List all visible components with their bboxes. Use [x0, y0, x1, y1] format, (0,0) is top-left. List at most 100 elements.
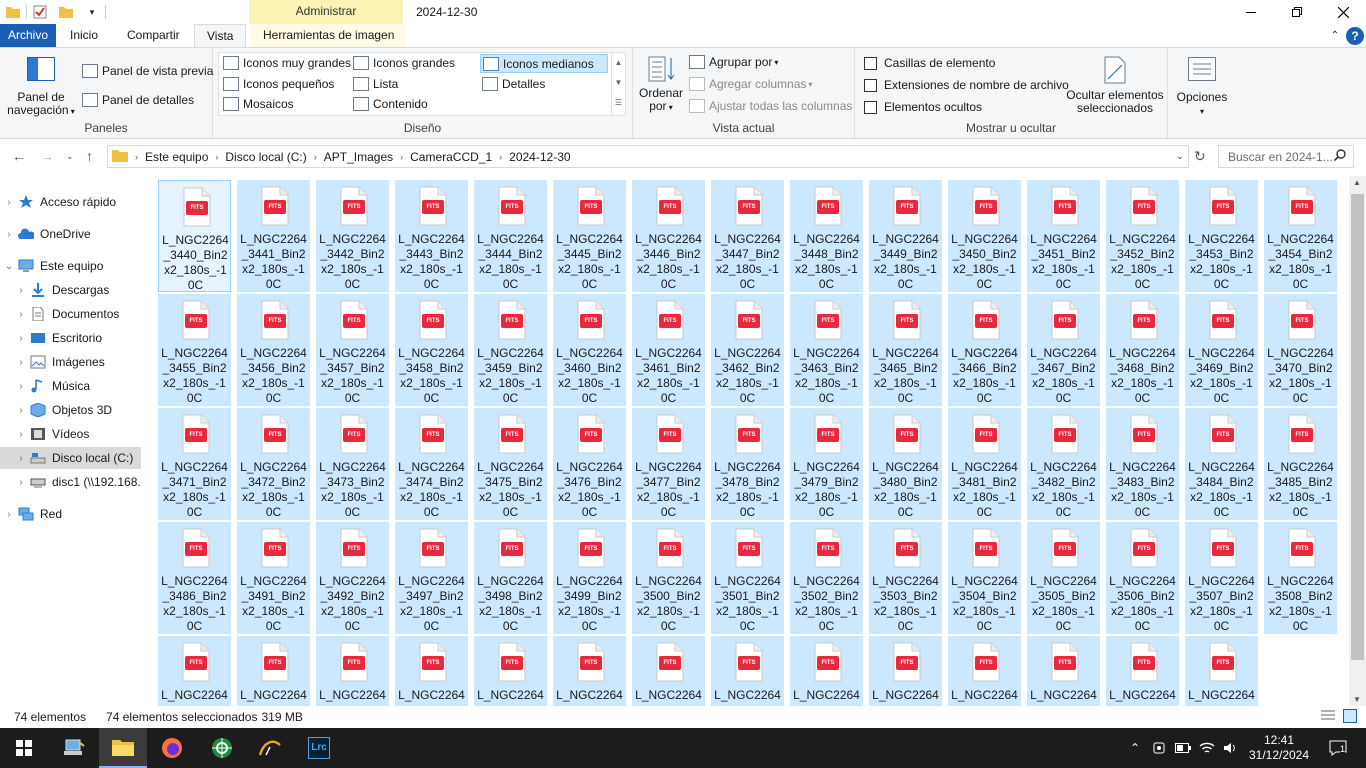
search-input[interactable]: Buscar en 2024-1... — [1218, 145, 1354, 168]
sidebar-item-documentos[interactable]: › Documentos — [0, 303, 141, 325]
forward-arrow-icon[interactable]: → — [40, 148, 54, 164]
file-item[interactable]: FITS L_NGC2264_3470_Bin2x2_180s_-10C — [1264, 294, 1337, 406]
large-icons-view-icon[interactable] — [1343, 709, 1357, 726]
fit-columns-button[interactable]: Ajustar todas las columnas — [689, 99, 852, 113]
file-item[interactable]: FITS L_NGC2264_3461_Bin2x2_180s_-10C — [632, 294, 705, 406]
tab-compartir[interactable]: Compartir — [115, 24, 192, 47]
scrollbar-thumb[interactable] — [1351, 194, 1364, 660]
breadcrumb-apt-images[interactable]: APT_Images — [320, 150, 397, 164]
file-item[interactable]: FITS L_NGC2264_3442_Bin2x2_180s_-10C — [316, 180, 389, 292]
layout-xl-icons[interactable]: Iconos muy grandes — [223, 56, 351, 70]
sidebar-item-objetos-3d[interactable]: › Objetos 3D — [0, 399, 141, 421]
sidebar-item-acceso-rapido[interactable]: › Acceso rápido — [0, 191, 141, 213]
address-dropdown-icon[interactable]: ⌄ — [1176, 151, 1184, 162]
file-item[interactable]: FITS L_NGC2264 — [158, 636, 231, 706]
file-item[interactable]: FITS L_NGC2264_3485_Bin2x2_180s_-10C — [1264, 408, 1337, 520]
file-item[interactable]: FITS L_NGC2264_3466_Bin2x2_180s_-10C — [948, 294, 1021, 406]
taskbar-sharpcap[interactable] — [246, 728, 294, 768]
file-item[interactable]: FITS L_NGC2264_3451_Bin2x2_180s_-10C — [1027, 180, 1100, 292]
layout-content[interactable]: Contenido — [353, 97, 428, 111]
chevron-right-icon[interactable]: › — [496, 152, 505, 162]
layout-gallery-scroll[interactable]: ▲ ▼ ☰ — [611, 53, 625, 115]
folder-icon[interactable] — [5, 4, 21, 20]
chevron-right-icon[interactable]: › — [12, 381, 30, 392]
file-item[interactable]: FITS L_NGC2264_3506_Bin2x2_180s_-10C — [1106, 522, 1179, 634]
file-item[interactable]: FITS L_NGC2264 — [237, 636, 310, 706]
file-item[interactable]: FITS L_NGC2264 — [948, 636, 1021, 706]
file-item[interactable]: FITS L_NGC2264_3503_Bin2x2_180s_-10C — [869, 522, 942, 634]
file-extensions-toggle[interactable]: Extensiones de nombre de archivo — [864, 78, 1069, 92]
layout-list[interactable]: Lista — [353, 77, 398, 91]
file-item[interactable]: FITS L_NGC2264 — [553, 636, 626, 706]
file-item[interactable]: FITS L_NGC2264_3479_Bin2x2_180s_-10C — [790, 408, 863, 520]
show-hidden-icons-icon[interactable]: ⌃ — [1124, 728, 1146, 768]
file-item[interactable]: FITS L_NGC2264_3473_Bin2x2_180s_-10C — [316, 408, 389, 520]
chevron-right-icon[interactable]: › — [12, 477, 30, 488]
customize-qat-icon[interactable]: ▾ — [84, 4, 100, 20]
file-item[interactable]: FITS L_NGC2264 — [790, 636, 863, 706]
sidebar-item-disc1-network[interactable]: › disc1 (\\192.168. — [0, 471, 141, 493]
tab-vista[interactable]: Vista — [194, 24, 247, 47]
sidebar-item-escritorio[interactable]: › Escritorio — [0, 327, 141, 349]
layout-small-icons[interactable]: Iconos pequeños — [223, 77, 334, 91]
file-item[interactable]: FITS L_NGC2264_3452_Bin2x2_180s_-10C — [1106, 180, 1179, 292]
tab-herramientas-imagen[interactable]: Herramientas de imagen — [251, 24, 407, 47]
file-item[interactable]: FITS L_NGC2264_3450_Bin2x2_180s_-10C — [948, 180, 1021, 292]
preview-pane-button[interactable]: Panel de vista previa — [82, 64, 213, 78]
file-item[interactable]: FITS L_NGC2264_3501_Bin2x2_180s_-10C — [711, 522, 784, 634]
breadcrumb-este-equipo[interactable]: Este equipo — [141, 150, 212, 164]
sidebar-item-este-equipo[interactable]: ⌄ Este equipo — [0, 255, 141, 277]
chevron-right-icon[interactable]: › — [12, 333, 30, 344]
file-item[interactable]: FITS L_NGC2264_3457_Bin2x2_180s_-10C — [316, 294, 389, 406]
details-pane-button[interactable]: Panel de detalles — [82, 93, 194, 107]
file-item[interactable]: FITS L_NGC2264_3492_Bin2x2_180s_-10C — [316, 522, 389, 634]
chevron-right-icon[interactable]: › — [12, 429, 30, 440]
file-item[interactable]: FITS L_NGC2264_3441_Bin2x2_180s_-10C — [237, 180, 310, 292]
restore-button[interactable] — [1274, 0, 1320, 24]
file-item[interactable]: FITS L_NGC2264_3502_Bin2x2_180s_-10C — [790, 522, 863, 634]
layout-medium-icons[interactable]: Iconos medianos — [480, 54, 608, 73]
file-item[interactable]: FITS L_NGC2264 — [711, 636, 784, 706]
nav-pane-button[interactable]: Panel de navegación ▾ — [6, 57, 76, 118]
file-item[interactable]: FITS L_NGC2264 — [869, 636, 942, 706]
chevron-right-icon[interactable]: › — [397, 152, 406, 162]
scroll-down-icon[interactable]: ▼ — [1353, 695, 1361, 704]
file-item[interactable]: FITS L_NGC2264_3499_Bin2x2_180s_-10C — [553, 522, 626, 634]
file-item[interactable]: FITS L_NGC2264_3459_Bin2x2_180s_-10C — [474, 294, 547, 406]
file-item[interactable]: FITS L_NGC2264_3468_Bin2x2_180s_-10C — [1106, 294, 1179, 406]
file-item[interactable]: FITS L_NGC2264_3445_Bin2x2_180s_-10C — [553, 180, 626, 292]
vertical-scrollbar[interactable]: ▲ ▼ — [1349, 176, 1366, 706]
file-item[interactable]: FITS L_NGC2264_3443_Bin2x2_180s_-10C — [395, 180, 468, 292]
sort-by-button[interactable]: Ordenar por ▾ — [639, 55, 683, 114]
file-item[interactable]: FITS L_NGC2264_3465_Bin2x2_180s_-10C — [869, 294, 942, 406]
chevron-right-icon[interactable]: › — [212, 152, 221, 162]
hide-selected-button[interactable]: Ocultar elementos seleccionados — [1065, 55, 1165, 115]
breadcrumb-current-folder[interactable]: 2024-12-30 — [505, 150, 574, 164]
file-item[interactable]: FITS L_NGC2264_3482_Bin2x2_180s_-10C — [1027, 408, 1100, 520]
help-icon[interactable]: ? — [1346, 26, 1364, 45]
clock[interactable]: 12:41 31/12/2024 — [1244, 728, 1314, 768]
back-arrow-icon[interactable]: ← — [12, 148, 26, 164]
file-item[interactable]: FITS L_NGC2264_3455_Bin2x2_180s_-10C — [158, 294, 231, 406]
chevron-right-icon[interactable]: › — [0, 197, 18, 208]
file-item[interactable]: FITS L_NGC2264_3504_Bin2x2_180s_-10C — [948, 522, 1021, 634]
file-item[interactable]: FITS L_NGC2264_3463_Bin2x2_180s_-10C — [790, 294, 863, 406]
file-item[interactable]: FITS L_NGC2264_3507_Bin2x2_180s_-10C — [1185, 522, 1258, 634]
file-item[interactable]: FITS L_NGC2264_3478_Bin2x2_180s_-10C — [711, 408, 784, 520]
chevron-right-icon[interactable]: › — [0, 229, 18, 240]
chevron-right-icon[interactable]: › — [311, 152, 320, 162]
file-item[interactable]: FITS L_NGC2264_3475_Bin2x2_180s_-10C — [474, 408, 547, 520]
file-item[interactable]: FITS L_NGC2264_3469_Bin2x2_180s_-10C — [1185, 294, 1258, 406]
file-item[interactable]: FITS L_NGC2264_3454_Bin2x2_180s_-10C — [1264, 180, 1337, 292]
file-item[interactable]: FITS L_NGC2264 — [316, 636, 389, 706]
options-button[interactable]: Opciones ▾ — [1172, 57, 1232, 118]
start-button[interactable] — [0, 728, 48, 768]
volume-icon[interactable] — [1220, 728, 1242, 768]
taskbar-network-app[interactable] — [50, 728, 98, 768]
file-item[interactable]: FITS L_NGC2264_3500_Bin2x2_180s_-10C — [632, 522, 705, 634]
file-item[interactable]: FITS L_NGC2264_3476_Bin2x2_180s_-10C — [553, 408, 626, 520]
battery-icon[interactable] — [1172, 728, 1194, 768]
chevron-right-icon[interactable]: › — [132, 152, 141, 162]
layout-large-icons[interactable]: Iconos grandes — [353, 56, 455, 70]
close-button[interactable] — [1320, 0, 1366, 24]
